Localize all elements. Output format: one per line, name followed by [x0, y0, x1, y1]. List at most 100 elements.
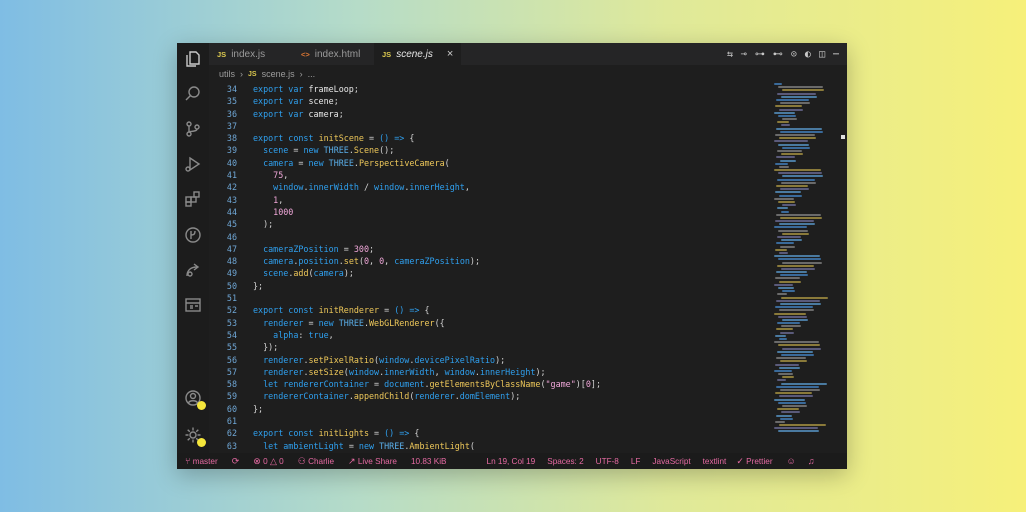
line-number: 52 [226, 305, 237, 316]
code-line[interactable]: 49 scene.add(camera); [209, 267, 769, 279]
live-share-item[interactable]: ↗ Live Share [348, 456, 397, 467]
code-line[interactable]: 62 export const initLights = () => { [209, 427, 769, 439]
code-line[interactable]: 34 export var frameLoop; [209, 83, 769, 95]
warning-icon: △ [269, 455, 277, 466]
code-line[interactable]: 36 export var camera; [209, 108, 769, 120]
code-line[interactable]: 47 cameraZPosition = 300; [209, 243, 769, 255]
sync-icon[interactable]: ⟳ [232, 456, 240, 467]
problems-item[interactable]: ⊗ 0 △ 0 [253, 456, 283, 467]
minimap-line [777, 264, 814, 267]
tab-scene-js[interactable]: JS scene.js × [374, 43, 462, 65]
minimap-line [777, 207, 788, 210]
code-line[interactable]: 42 window.innerWidth / window.innerHeigh… [209, 181, 769, 193]
indentation[interactable]: Spaces: 2 [547, 457, 583, 466]
settings-gear-icon[interactable] [183, 425, 206, 447]
code-line[interactable]: 60}; [209, 403, 769, 415]
code-line[interactable]: 51 [209, 292, 769, 304]
previous-change-icon[interactable]: ⊶ [755, 49, 765, 60]
code-line[interactable]: 38 export const initScene = () => { [209, 132, 769, 144]
code-line[interactable]: 39 scene = new THREE.Scene(); [209, 144, 769, 156]
branch-item[interactable]: ⑂ master [185, 456, 218, 466]
code-line[interactable]: 48 camera.position.set(0, 0, cameraZPosi… [209, 255, 769, 267]
more-actions-icon[interactable]: ⋯ [833, 49, 839, 60]
user-item[interactable]: ⚇ Charlie [298, 456, 334, 467]
line-number: 46 [226, 231, 237, 242]
code-token: ]; [590, 379, 601, 390]
live-share-icon[interactable] [183, 260, 203, 280]
git-commit-icon[interactable]: ⊸ [741, 49, 747, 60]
close-icon[interactable]: × [447, 48, 453, 60]
gitlens-icon[interactable] [183, 225, 203, 245]
code-line[interactable]: 52 export const initRenderer = () => { [209, 304, 769, 316]
compare-changes-icon[interactable]: ⇆ [727, 49, 733, 60]
code-line[interactable]: 57 renderer.setSize(window.innerWidth, w… [209, 366, 769, 378]
source-control-icon[interactable] [183, 119, 203, 139]
code-line[interactable]: 56 renderer.setPixelRatio(window.deviceP… [209, 354, 769, 366]
split-editor-icon[interactable]: ◫ [819, 49, 825, 60]
code-token: set [343, 256, 359, 267]
minimap-line [775, 392, 812, 395]
code-line[interactable]: 59 rendererContainer.appendChild(rendere… [209, 390, 769, 402]
code-token: scene [308, 96, 334, 107]
next-change-icon[interactable]: ⊷ [773, 49, 783, 60]
gitlens-blame-icon[interactable]: ◐ [805, 49, 811, 60]
breadcrumb-symbol[interactable]: ... [308, 69, 316, 79]
account-icon[interactable] [183, 388, 206, 410]
code-line[interactable]: 43 1, [209, 194, 769, 206]
tab-index-js[interactable]: JS index.js [217, 43, 297, 65]
linter[interactable]: textlint [703, 457, 727, 466]
code-line[interactable]: 41 75, [209, 169, 769, 181]
code-token: scene [263, 268, 289, 279]
code-text: export const initLights = () => { [253, 427, 419, 439]
code-line[interactable]: 46 [209, 231, 769, 243]
notifications-icon[interactable]: ♫ [808, 456, 815, 466]
breadcrumb-folder[interactable]: utils [219, 69, 235, 79]
code-token: ({ [434, 317, 445, 328]
code-line[interactable]: 45 ); [209, 218, 769, 230]
minimap-line [774, 169, 821, 172]
code-editor[interactable]: 34 export var frameLoop; 35 export var scen… [209, 83, 769, 452]
code-token: setPixelRatio [308, 354, 375, 365]
code-line[interactable]: 58 let rendererContainer = document.getE… [209, 378, 769, 390]
code-line[interactable]: 35 export var scene; [209, 95, 769, 107]
explorer-icon[interactable] [183, 49, 203, 69]
status-bar: ⑂ master ⟳ ⊗ 0 △ 0 ⚇ Charlie ↗ Live Shar… [177, 453, 847, 469]
extensions-icon[interactable] [183, 189, 203, 209]
feedback-icon[interactable]: ☺ [787, 456, 796, 466]
code-line[interactable]: 40 camera = new THREE.PerspectiveCamera( [209, 157, 769, 169]
run-debug-icon[interactable] [183, 154, 203, 174]
line-number: 53 [226, 317, 237, 328]
code-line[interactable]: 55 }); [209, 341, 769, 353]
live-share-icon: ↗ [348, 455, 356, 466]
search-icon[interactable] [183, 84, 203, 104]
code-line[interactable]: 53 renderer = new THREE.WebGLRenderer({ [209, 317, 769, 329]
code-token: innerHeight [409, 182, 465, 193]
code-line[interactable]: 63 let ambientLight = new THREE.AmbientL… [209, 440, 769, 452]
language-mode[interactable]: JavaScript [652, 457, 690, 466]
code-line[interactable]: 50}; [209, 280, 769, 292]
code-token: frameLoop [308, 84, 354, 94]
remote-explorer-icon[interactable] [183, 295, 203, 315]
code-token: = [293, 157, 309, 168]
cursor-position[interactable]: Ln 19, Col 19 [487, 457, 536, 466]
code-token: var [288, 96, 309, 107]
code-text: 1000 [253, 206, 293, 218]
code-token: }; [253, 403, 264, 414]
minimap-line [775, 220, 814, 223]
code-line[interactable]: 37 [209, 120, 769, 132]
encoding[interactable]: UTF-8 [596, 457, 619, 466]
minimap-line [778, 315, 807, 318]
breadcrumb-file[interactable]: scene.js [262, 69, 295, 79]
line-ending[interactable]: LF [631, 457, 641, 466]
formatter-item[interactable]: ✓ Prettier [736, 456, 772, 467]
minimap[interactable] [774, 83, 836, 452]
code-line[interactable]: 44 1000 [209, 206, 769, 218]
code-line[interactable]: 61 [209, 415, 769, 427]
code-line[interactable]: 54 alpha: true, [209, 329, 769, 341]
breadcrumb: utils › JS scene.js › ... [219, 67, 315, 81]
minimap-line [782, 175, 823, 178]
tab-index-html[interactable]: <> index.html [301, 43, 383, 65]
code-token: ); [535, 366, 546, 377]
open-changes-icon[interactable]: ⊙ [791, 49, 797, 60]
